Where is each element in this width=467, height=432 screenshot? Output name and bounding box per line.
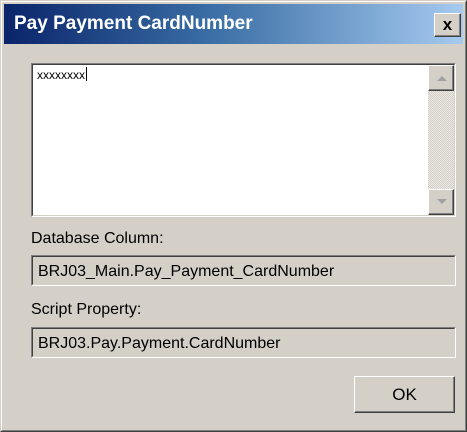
- title-bar[interactable]: Pay Payment CardNumber x: [4, 4, 463, 44]
- scroll-down-arrow-icon: [437, 199, 447, 204]
- script-property-label: Script Property:: [31, 301, 142, 318]
- script-property-field[interactable]: BRJ03.Pay.Payment.CardNumber: [31, 327, 456, 358]
- database-column-field[interactable]: BRJ03_Main.Pay_Payment_CardNumber: [31, 255, 456, 286]
- scroll-up-arrow-icon: [437, 76, 447, 81]
- database-column-frame: BRJ03_Main.Pay_Payment_CardNumber: [32, 256, 455, 285]
- scroll-down-button[interactable]: [428, 189, 454, 215]
- close-icon: x: [442, 15, 453, 34]
- window-title: Pay Payment CardNumber: [14, 13, 253, 34]
- dialog-frame: Pay Payment CardNumber x xxxxxxxx Databa…: [1, 1, 466, 431]
- database-column-value: BRJ03_Main.Pay_Payment_CardNumber: [38, 263, 335, 280]
- card-number-memo[interactable]: xxxxxxxx: [31, 63, 456, 217]
- text-caret: [86, 67, 87, 81]
- database-column-label: Database Column:: [31, 230, 164, 247]
- vertical-scrollbar[interactable]: [428, 65, 454, 215]
- memo-frame: xxxxxxxx: [32, 64, 455, 216]
- dialog-window: Pay Payment CardNumber x xxxxxxxx Databa…: [0, 0, 467, 432]
- ok-button[interactable]: OK: [354, 376, 455, 413]
- script-property-frame: BRJ03.Pay.Payment.CardNumber: [32, 328, 455, 357]
- memo-value: xxxxxxxx: [37, 68, 85, 82]
- memo-content[interactable]: xxxxxxxx: [37, 67, 87, 83]
- close-button[interactable]: x: [434, 13, 461, 37]
- script-property-value: BRJ03.Pay.Payment.CardNumber: [38, 335, 281, 352]
- scroll-up-button[interactable]: [428, 65, 454, 91]
